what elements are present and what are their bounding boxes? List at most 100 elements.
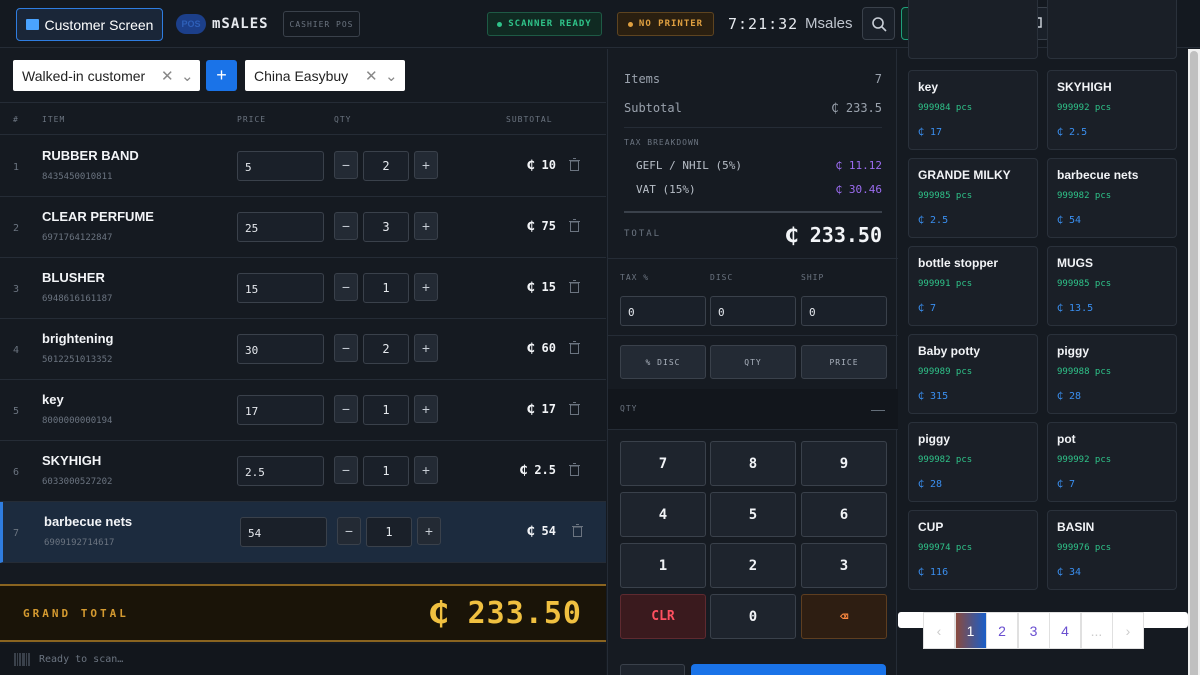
scrollbar[interactable]: [1188, 49, 1200, 675]
qty-mode-button[interactable]: QTY: [710, 345, 796, 379]
search-button[interactable]: [862, 7, 895, 40]
scrollbar-thumb[interactable]: [1190, 51, 1198, 675]
next-page-button[interactable]: ›: [1112, 612, 1144, 649]
trash-icon[interactable]: [572, 524, 583, 537]
decrease-qty-button[interactable]: −: [334, 334, 358, 362]
prev-page-button[interactable]: ‹: [923, 612, 955, 649]
key-1[interactable]: 1: [620, 543, 706, 588]
table-row[interactable]: 5 key 8000000000194 17−1 + ₵ 17: [0, 380, 606, 441]
decrease-qty-button[interactable]: −: [334, 273, 358, 301]
trash-icon[interactable]: [569, 219, 580, 232]
page-1-button[interactable]: 1: [954, 612, 987, 649]
product-stock: 999984 pcs: [918, 103, 973, 113]
discount-input[interactable]: 0: [710, 296, 796, 326]
decrease-qty-button[interactable]: −: [334, 212, 358, 240]
table-row[interactable]: 7 barbecue nets 6909192714617 54−1 + ₵ 54: [0, 502, 606, 563]
product-card[interactable]: MUGS 999985 pcs ₵ 13.5: [1047, 246, 1177, 326]
key-8[interactable]: 8: [710, 441, 796, 486]
product-card[interactable]: bottle stopper 999991 pcs ₵ 7: [908, 246, 1038, 326]
product-card[interactable]: barbecue nets 999982 pcs ₵ 54: [1047, 158, 1177, 238]
table-row[interactable]: 3 BLUSHER 6948616161187 15−1 + ₵ 15: [0, 258, 606, 319]
product-card[interactable]: GRANDE MILKY 999985 pcs ₵ 2.5: [908, 158, 1038, 238]
key-6[interactable]: 6: [801, 492, 887, 537]
increase-qty-button[interactable]: +: [417, 517, 441, 545]
increase-qty-button[interactable]: +: [414, 456, 438, 484]
product-card[interactable]: [1047, 0, 1177, 59]
product-card[interactable]: CUP 999974 pcs ₵ 116: [908, 510, 1038, 590]
price-input[interactable]: 25: [237, 212, 324, 242]
qty-input[interactable]: 2: [363, 334, 409, 364]
price-input[interactable]: 30: [237, 334, 324, 364]
table-header: # ITEM PRICE QTY SUBTOTAL: [0, 102, 606, 135]
total-value: ₵ 233.50: [785, 223, 882, 247]
product-card[interactable]: key 999984 pcs ₵ 17: [908, 70, 1038, 150]
price-input[interactable]: 54: [240, 517, 327, 547]
increase-qty-button[interactable]: +: [414, 334, 438, 362]
tax-percent-input[interactable]: 0: [620, 296, 706, 326]
key-9[interactable]: 9: [801, 441, 887, 486]
trash-icon[interactable]: [569, 158, 580, 171]
clear-icon[interactable]: ✕: [365, 67, 378, 85]
trash-icon[interactable]: [569, 341, 580, 354]
clear-key[interactable]: CLR: [620, 594, 706, 639]
shipping-input[interactable]: 0: [801, 296, 887, 326]
qty-input[interactable]: 3: [363, 212, 409, 242]
charge-button[interactable]: [691, 664, 886, 675]
add-customer-button[interactable]: +: [206, 60, 237, 91]
customer-screen-button[interactable]: Customer Screen: [16, 8, 163, 41]
secondary-action-button[interactable]: [620, 664, 685, 675]
product-card[interactable]: piggy 999988 pcs ₵ 28: [1047, 334, 1177, 414]
qty-input[interactable]: 2: [363, 151, 409, 181]
qty-input[interactable]: 1: [363, 395, 409, 425]
customer-select[interactable]: Walked-in customer ✕ ⌄: [13, 60, 200, 91]
chevron-down-icon[interactable]: ⌄: [385, 67, 398, 85]
clear-icon[interactable]: ✕: [161, 67, 174, 85]
price-input[interactable]: 15: [237, 273, 324, 303]
qty-input[interactable]: 1: [366, 517, 412, 547]
decrease-qty-button[interactable]: −: [334, 456, 358, 484]
page-2-button[interactable]: 2: [986, 612, 1018, 649]
decrease-qty-button[interactable]: −: [337, 517, 361, 545]
product-card[interactable]: piggy 999982 pcs ₵ 28: [908, 422, 1038, 502]
increase-qty-button[interactable]: +: [414, 151, 438, 179]
key-3[interactable]: 3: [801, 543, 887, 588]
key-2[interactable]: 2: [710, 543, 796, 588]
table-row[interactable]: 6 SKYHIGH 6033000527202 2.5−1 + ₵ 2.5: [0, 441, 606, 502]
trash-icon[interactable]: [569, 280, 580, 293]
backspace-key[interactable]: ⌫: [801, 594, 887, 639]
key-0[interactable]: 0: [710, 594, 796, 639]
product-card[interactable]: pot 999992 pcs ₵ 7: [1047, 422, 1177, 502]
price-mode-button[interactable]: PRICE: [801, 345, 887, 379]
page-3-button[interactable]: 3: [1017, 612, 1050, 649]
price-input[interactable]: 5: [237, 151, 324, 181]
qty-input[interactable]: 1: [363, 456, 409, 486]
trash-icon[interactable]: [569, 463, 580, 476]
chevron-down-icon[interactable]: ⌄: [181, 67, 194, 85]
product-card[interactable]: BASIN 999976 pcs ₵ 34: [1047, 510, 1177, 590]
supplier-select[interactable]: China Easybuy ✕ ⌄: [245, 60, 405, 91]
product-stock: 999976 pcs: [1057, 543, 1112, 553]
decrease-qty-button[interactable]: −: [334, 395, 358, 423]
increase-qty-button[interactable]: +: [414, 212, 438, 240]
product-card[interactable]: [908, 0, 1038, 59]
key-5[interactable]: 5: [710, 492, 796, 537]
table-row[interactable]: 4 brightening 5012251013352 30−2 + ₵ 60: [0, 319, 606, 380]
increase-qty-button[interactable]: +: [414, 395, 438, 423]
decrease-qty-button[interactable]: −: [334, 151, 358, 179]
key-7[interactable]: 7: [620, 441, 706, 486]
key-4[interactable]: 4: [620, 492, 706, 537]
monitor-icon: [25, 19, 39, 30]
product-card[interactable]: SKYHIGH 999992 pcs ₵ 2.5: [1047, 70, 1177, 150]
price-input[interactable]: 17: [237, 395, 324, 425]
trash-icon[interactable]: [569, 402, 580, 415]
percent-discount-mode-button[interactable]: % DISC: [620, 345, 706, 379]
price-input[interactable]: 2.5: [237, 456, 324, 486]
page-4-button[interactable]: 4: [1049, 612, 1081, 649]
tax-value: ₵ 30.46: [835, 183, 882, 196]
collapse-icon[interactable]: —: [871, 401, 885, 417]
table-row[interactable]: 2 CLEAR PERFUME 6971764122847 25−3 + ₵ 75: [0, 197, 606, 258]
table-row[interactable]: 1 RUBBER BAND 8435450010811 5−2 + ₵ 10: [0, 136, 606, 197]
product-card[interactable]: Baby potty 999989 pcs ₵ 315: [908, 334, 1038, 414]
increase-qty-button[interactable]: +: [414, 273, 438, 301]
qty-input[interactable]: 1: [363, 273, 409, 303]
